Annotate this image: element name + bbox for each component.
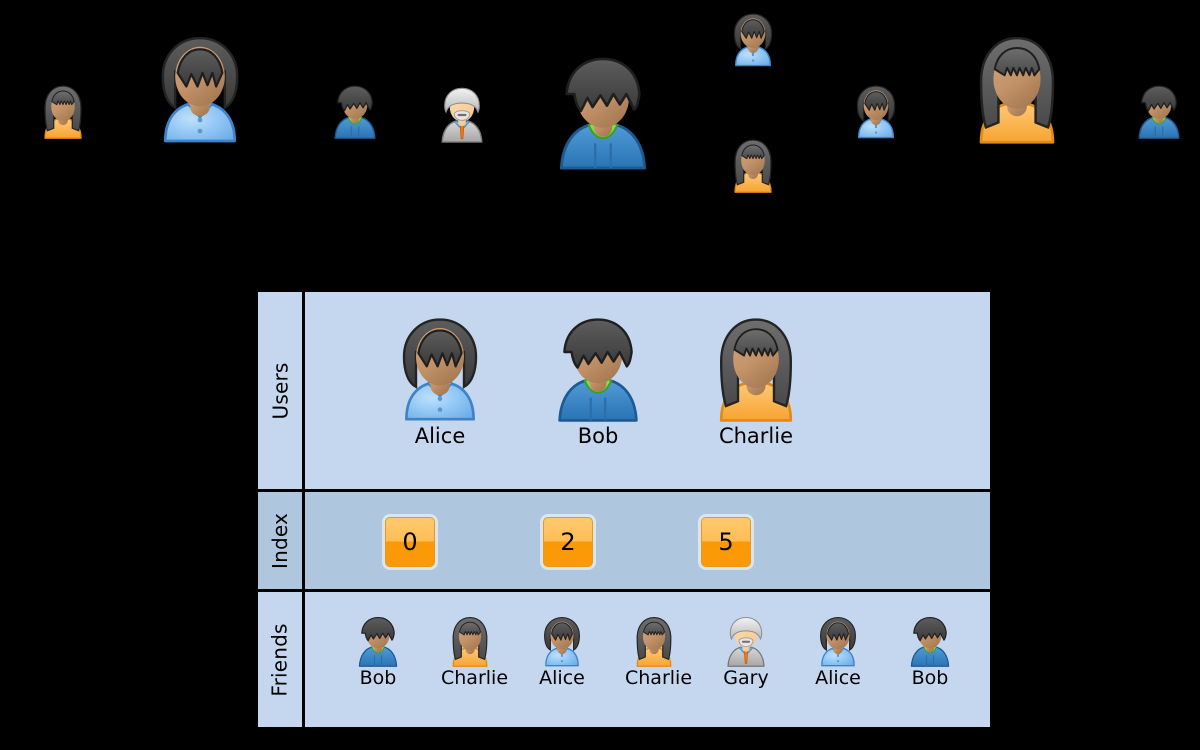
- avatar-female-long-icon: [722, 132, 784, 194]
- avatar-male-hoodie-icon: [538, 42, 668, 172]
- users-index-friends-table: Users Alice Bob Charlie Index 0 2 5 Friends Bob Ch…: [255, 289, 993, 730]
- user-name: Bob: [577, 424, 619, 448]
- cloud-avatar-alice-7: [845, 78, 907, 140]
- table-row-index: Index 0 2 5: [258, 492, 990, 592]
- index-chip[interactable]: 0: [382, 514, 438, 570]
- friend-name: Bob: [911, 667, 949, 689]
- avatar-female-bob-icon: [138, 22, 262, 146]
- avatar-female-long-icon: [441, 610, 499, 668]
- user-name: Charlie: [718, 424, 794, 448]
- friend-cell[interactable]: Bob: [349, 610, 407, 689]
- row-body-friends: Bob Charlie Alice Charlie Gary Alice Bob: [305, 592, 990, 727]
- friend-cell[interactable]: Gary: [717, 610, 775, 689]
- table-row-friends: Friends Bob Charlie Alice Charlie Gary Alice Bo…: [258, 592, 990, 727]
- index-chip[interactable]: 2: [540, 514, 596, 570]
- cloud-avatar-charlie-0: [32, 78, 94, 140]
- row-label-text: Index: [268, 512, 292, 569]
- friend-name: Alice: [815, 667, 861, 689]
- friend-cell[interactable]: Alice: [809, 610, 867, 689]
- avatar-female-bob-icon: [809, 610, 867, 668]
- index-chip[interactable]: 5: [698, 514, 754, 570]
- row-label-users: Users: [258, 292, 305, 489]
- row-label-friends: Friends: [258, 592, 305, 727]
- row-label-text: Friends: [268, 622, 293, 697]
- friend-cell[interactable]: Charlie: [625, 610, 693, 689]
- friend-cell[interactable]: Charlie: [441, 610, 509, 689]
- cloud-avatar-charlie-6: [722, 132, 784, 194]
- row-label-index: Index: [258, 492, 305, 589]
- cloud-avatar-bob-9: [1128, 78, 1190, 140]
- friend-name: Alice: [539, 667, 585, 689]
- friend-name: Gary: [723, 667, 769, 689]
- friend-cell[interactable]: Alice: [533, 610, 591, 689]
- avatar-male-hoodie-icon: [901, 610, 959, 668]
- cloud-avatar-charlie-8: [955, 22, 1079, 146]
- avatar-female-bob-icon: [380, 304, 500, 424]
- avatar-elder-suit-icon: [717, 610, 775, 668]
- index-chip-value: 0: [385, 517, 435, 567]
- friend-cell[interactable]: Bob: [901, 610, 959, 689]
- cloud-avatar-bob-2: [324, 78, 386, 140]
- avatar-male-hoodie-icon: [1128, 78, 1190, 140]
- avatar-female-long-icon: [955, 22, 1079, 146]
- cloud-avatar-alice-5: [722, 6, 784, 68]
- index-chip-value: 5: [701, 517, 751, 567]
- row-body-index: 0 2 5: [305, 492, 990, 589]
- avatar-elder-suit-icon: [430, 80, 494, 144]
- friend-name: Charlie: [441, 667, 509, 689]
- friend-name: Charlie: [625, 667, 693, 689]
- index-chip-value: 2: [543, 517, 593, 567]
- avatar-male-hoodie-icon: [538, 304, 658, 424]
- cloud-avatar-alice-1: [138, 22, 262, 146]
- avatar-female-long-icon: [32, 78, 94, 140]
- avatar-male-hoodie-icon: [349, 610, 407, 668]
- avatar-female-bob-icon: [845, 78, 907, 140]
- row-label-text: Users: [268, 361, 293, 420]
- row-body-users: Alice Bob Charlie: [305, 292, 990, 489]
- table-row-users: Users Alice Bob Charlie: [258, 292, 990, 492]
- user-cell[interactable]: Charlie: [696, 304, 816, 447]
- avatar-female-bob-icon: [722, 6, 784, 68]
- cloud-avatar-bob-4: [538, 42, 668, 172]
- avatar-cloud: [0, 0, 1200, 230]
- avatar-female-long-icon: [696, 304, 816, 424]
- friend-name: Bob: [359, 667, 397, 689]
- user-name: Alice: [414, 424, 466, 448]
- avatar-female-long-icon: [625, 610, 683, 668]
- user-cell[interactable]: Bob: [538, 304, 658, 447]
- avatar-female-bob-icon: [533, 610, 591, 668]
- user-cell[interactable]: Alice: [380, 304, 500, 447]
- avatar-male-hoodie-icon: [324, 78, 386, 140]
- cloud-avatar-gary-3: [430, 80, 494, 144]
